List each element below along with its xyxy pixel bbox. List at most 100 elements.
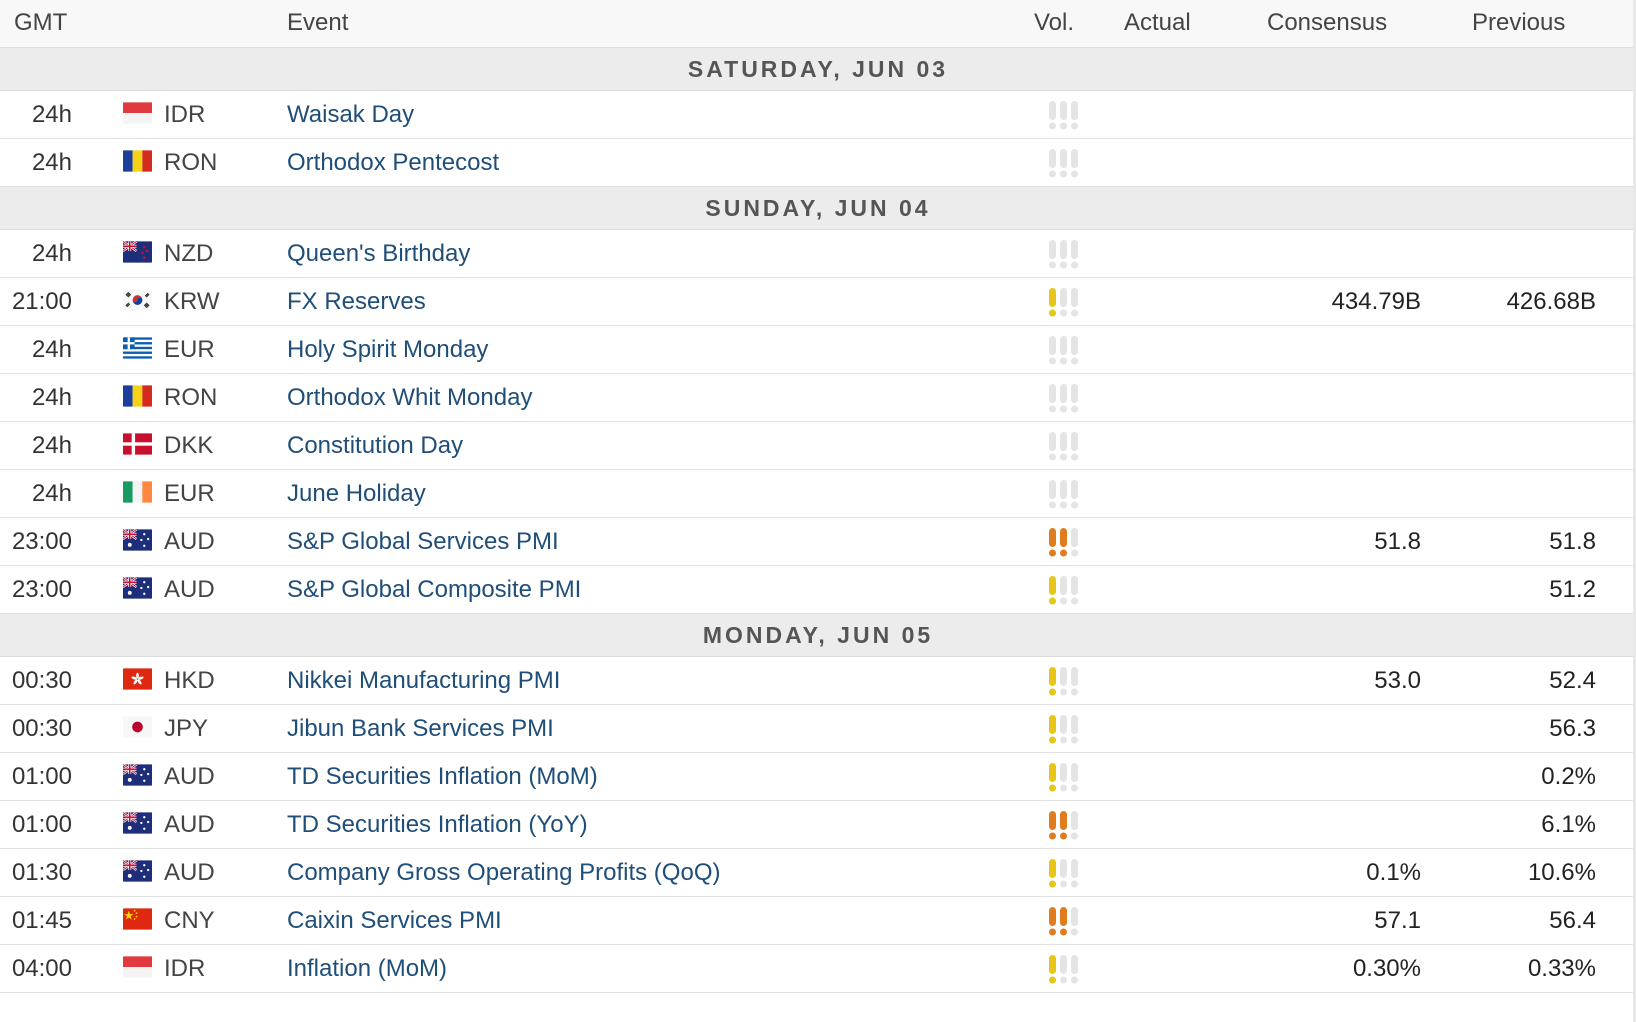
volatility-icon xyxy=(1046,238,1084,270)
event-previous: 6.1% xyxy=(1541,811,1596,838)
event-currency: NZD xyxy=(164,240,214,267)
event-time: 24h xyxy=(31,240,72,267)
jp-flag-icon xyxy=(123,716,152,738)
event-time: 01:00 xyxy=(11,811,72,838)
event-currency: EUR xyxy=(164,336,215,363)
event-previous: 10.6% xyxy=(1527,859,1596,886)
event-link[interactable]: S&P Global Composite PMI xyxy=(287,576,581,604)
event-currency: JPY xyxy=(164,715,209,742)
event-currency: RON xyxy=(164,384,218,411)
event-previous: 0.2% xyxy=(1541,763,1596,790)
event-row[interactable]: 24h IDR Waisak Day xyxy=(0,91,1636,139)
event-link[interactable]: TD Securities Inflation (MoM) xyxy=(287,763,598,791)
header-event[interactable]: Event xyxy=(287,9,348,37)
event-link[interactable]: Waisak Day xyxy=(287,101,414,129)
event-currency: AUD xyxy=(164,811,215,838)
event-currency: AUD xyxy=(164,859,215,886)
volatility-icon xyxy=(1046,953,1084,985)
header-vol[interactable]: Vol. xyxy=(1034,9,1074,37)
event-link[interactable]: Orthodox Whit Monday xyxy=(287,384,532,412)
volatility-icon xyxy=(1046,147,1084,179)
event-link[interactable]: Nikkei Manufacturing PMI xyxy=(287,667,560,695)
event-time: 00:30 xyxy=(11,715,72,742)
volatility-icon xyxy=(1046,99,1084,131)
event-link[interactable]: Caixin Services PMI xyxy=(287,907,502,935)
event-consensus: 57.1 xyxy=(1374,907,1421,934)
economic-calendar: GMT Event Vol. Actual Consensus Previous… xyxy=(0,0,1636,993)
event-link[interactable]: FX Reserves xyxy=(287,288,426,316)
header-previous[interactable]: Previous xyxy=(1472,9,1565,37)
event-row[interactable]: 24h EUR Holy Spirit Monday xyxy=(0,326,1636,374)
event-time: 24h xyxy=(31,149,72,176)
event-consensus: 53.0 xyxy=(1374,667,1421,694)
event-row[interactable]: 00:30 HKD Nikkei Manufacturing PMI 53.0 52.4 xyxy=(0,657,1636,705)
event-consensus: 0.30% xyxy=(1352,955,1421,982)
event-row[interactable]: 21:00 KRW FX Reserves 434.79B 426.68B xyxy=(0,278,1636,326)
volatility-icon xyxy=(1046,574,1084,606)
event-link[interactable]: Queen's Birthday xyxy=(287,240,470,268)
event-row[interactable]: 23:00 AUD S&P Global Composite PMI 51.2 xyxy=(0,566,1636,614)
event-previous: 426.68B xyxy=(1506,288,1596,315)
event-time: 23:00 xyxy=(11,528,72,555)
au-flag-icon xyxy=(123,812,152,834)
event-link[interactable]: Jibun Bank Services PMI xyxy=(287,715,554,743)
event-currency: AUD xyxy=(164,576,215,603)
volatility-icon xyxy=(1046,905,1084,937)
event-row[interactable]: 24h RON Orthodox Pentecost xyxy=(0,139,1636,187)
volatility-icon xyxy=(1046,382,1084,414)
event-currency: AUD xyxy=(164,528,215,555)
event-row[interactable]: 00:30 JPY Jibun Bank Services PMI 56.3 xyxy=(0,705,1636,753)
event-time: 24h xyxy=(31,480,72,507)
event-row[interactable]: 01:30 AUD Company Gross Operating Profits … xyxy=(0,849,1636,897)
au-flag-icon xyxy=(123,860,152,882)
event-link[interactable]: Holy Spirit Monday xyxy=(287,336,488,364)
event-row[interactable]: 01:45 CNY Caixin Services PMI 57.1 56.4 xyxy=(0,897,1636,945)
volatility-icon xyxy=(1046,857,1084,889)
event-time: 24h xyxy=(31,432,72,459)
volatility-icon xyxy=(1046,809,1084,841)
volatility-icon xyxy=(1046,526,1084,558)
event-row[interactable]: 24h NZD Queen's Birthday xyxy=(0,230,1636,278)
event-consensus: 434.79B xyxy=(1331,288,1421,315)
header-actual[interactable]: Actual xyxy=(1124,9,1191,37)
event-currency: AUD xyxy=(164,763,215,790)
event-currency: HKD xyxy=(164,667,215,694)
kr-flag-icon xyxy=(123,289,152,311)
calendar-body: SATURDAY, JUN 03 24h IDR Waisak Day 24h RON Or… xyxy=(0,48,1636,993)
event-previous: 56.4 xyxy=(1549,907,1596,934)
event-currency: DKK xyxy=(164,432,214,459)
dk-flag-icon xyxy=(123,433,152,455)
ie-flag-icon xyxy=(123,481,152,503)
volatility-icon xyxy=(1046,713,1084,745)
event-row[interactable]: 01:00 AUD TD Securities Inflation (YoY) 6.1… xyxy=(0,801,1636,849)
event-link[interactable]: Constitution Day xyxy=(287,432,463,460)
event-currency: RON xyxy=(164,149,218,176)
header-consensus[interactable]: Consensus xyxy=(1267,9,1387,37)
event-time: 00:30 xyxy=(11,667,72,694)
event-link[interactable]: S&P Global Services PMI xyxy=(287,528,559,556)
event-time: 24h xyxy=(31,101,72,128)
event-row[interactable]: 04:00 IDR Inflation (MoM) 0.30% 0.33% xyxy=(0,945,1636,993)
event-row[interactable]: 24h DKK Constitution Day xyxy=(0,422,1636,470)
event-previous: 56.3 xyxy=(1549,715,1596,742)
event-time: 04:00 xyxy=(11,955,72,982)
event-link[interactable]: June Holiday xyxy=(287,480,426,508)
cn-flag-icon xyxy=(123,908,152,930)
event-link[interactable]: Inflation (MoM) xyxy=(287,955,447,983)
header-gmt[interactable]: GMT xyxy=(14,9,67,37)
event-link[interactable]: Orthodox Pentecost xyxy=(287,149,499,177)
event-time: 21:00 xyxy=(11,288,72,315)
id-flag-icon xyxy=(123,956,152,978)
volatility-icon xyxy=(1046,286,1084,318)
event-link[interactable]: TD Securities Inflation (YoY) xyxy=(287,811,588,839)
event-row[interactable]: 23:00 AUD S&P Global Services PMI 51.8 51.8 xyxy=(0,518,1636,566)
event-row[interactable]: 24h RON Orthodox Whit Monday xyxy=(0,374,1636,422)
event-row[interactable]: 24h EUR June Holiday xyxy=(0,470,1636,518)
day-header: SUNDAY, JUN 04 xyxy=(0,187,1636,230)
event-previous: 51.8 xyxy=(1549,528,1596,555)
event-currency: IDR xyxy=(164,101,206,128)
event-link[interactable]: Company Gross Operating Profits (QoQ) xyxy=(287,859,720,887)
volatility-icon xyxy=(1046,665,1084,697)
event-row[interactable]: 01:00 AUD TD Securities Inflation (MoM) 0.2… xyxy=(0,753,1636,801)
event-consensus: 51.8 xyxy=(1374,528,1421,555)
